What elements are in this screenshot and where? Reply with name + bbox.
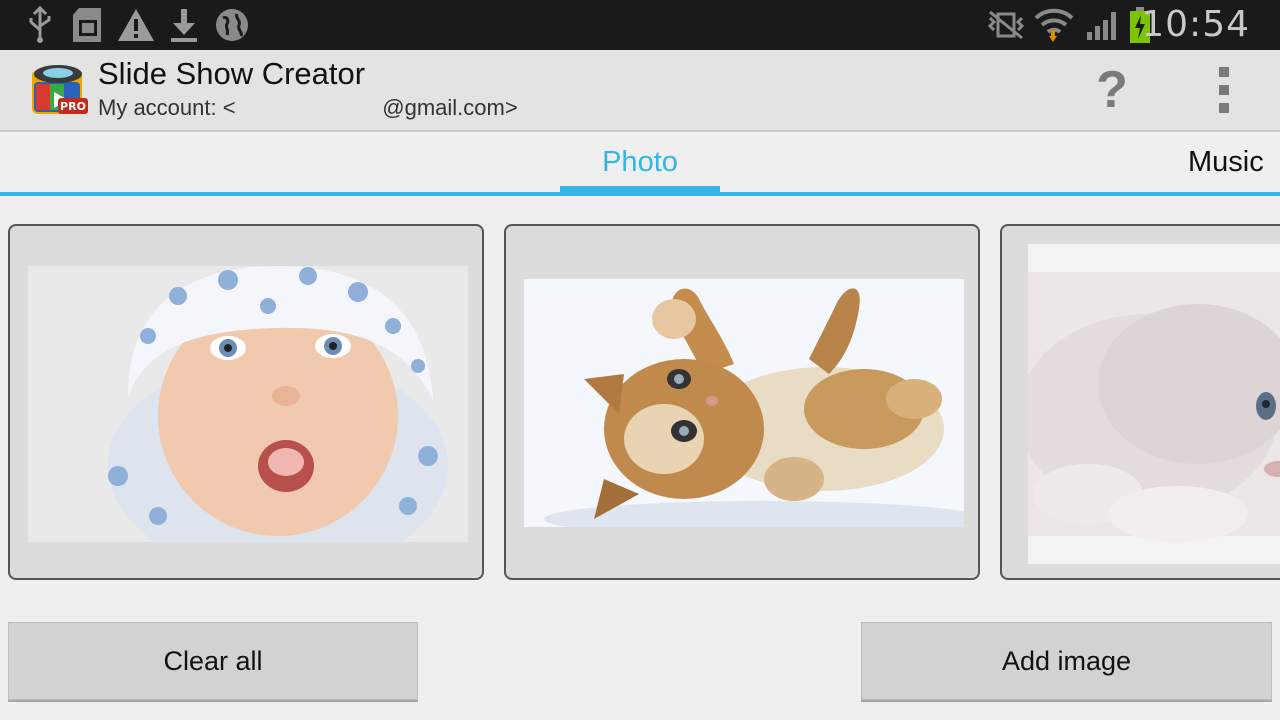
app-title: Slide Show Creator bbox=[98, 56, 366, 91]
wifi-icon bbox=[1034, 6, 1074, 44]
status-bar: 10:54 bbox=[0, 0, 1280, 50]
globe-icon bbox=[214, 6, 250, 44]
download-icon bbox=[168, 6, 200, 44]
photo-thumbnail-white-kitten bbox=[1028, 244, 1280, 564]
photo-thumbnail-kitten bbox=[524, 279, 964, 527]
sd-card-icon bbox=[70, 6, 106, 44]
pro-badge: PRO bbox=[60, 100, 86, 113]
account-subtitle: My account: < @gmail.com> bbox=[98, 95, 518, 120]
clock: 10:54 bbox=[1141, 4, 1250, 45]
clear-all-button[interactable]: Clear all bbox=[8, 622, 418, 700]
signal-icon bbox=[1084, 6, 1122, 44]
warning-icon bbox=[116, 6, 156, 44]
no-vibration-icon bbox=[986, 6, 1026, 44]
action-bar: PRO Slide Show Creator My account: < @gm… bbox=[0, 50, 1280, 132]
overflow-dot-icon bbox=[1219, 103, 1229, 113]
help-button[interactable]: ? bbox=[1088, 61, 1136, 119]
overflow-dot-icon bbox=[1219, 85, 1229, 95]
app-icon[interactable]: PRO bbox=[28, 62, 90, 118]
tab-music[interactable]: Music bbox=[1188, 132, 1264, 188]
tab-photo[interactable]: Photo bbox=[560, 132, 720, 188]
overflow-dot-icon bbox=[1219, 67, 1229, 77]
tab-selected-indicator bbox=[560, 186, 720, 196]
photo-card[interactable] bbox=[504, 224, 980, 580]
add-image-button[interactable]: Add image bbox=[861, 622, 1272, 700]
photo-card[interactable] bbox=[1000, 224, 1280, 580]
usb-icon bbox=[24, 6, 56, 44]
photo-card[interactable] bbox=[8, 224, 484, 580]
photo-thumbnail-baby bbox=[28, 266, 468, 542]
overflow-menu-button[interactable] bbox=[1200, 62, 1248, 118]
tab-bar: Photo Music bbox=[0, 132, 1280, 196]
help-icon: ? bbox=[1096, 61, 1128, 119]
